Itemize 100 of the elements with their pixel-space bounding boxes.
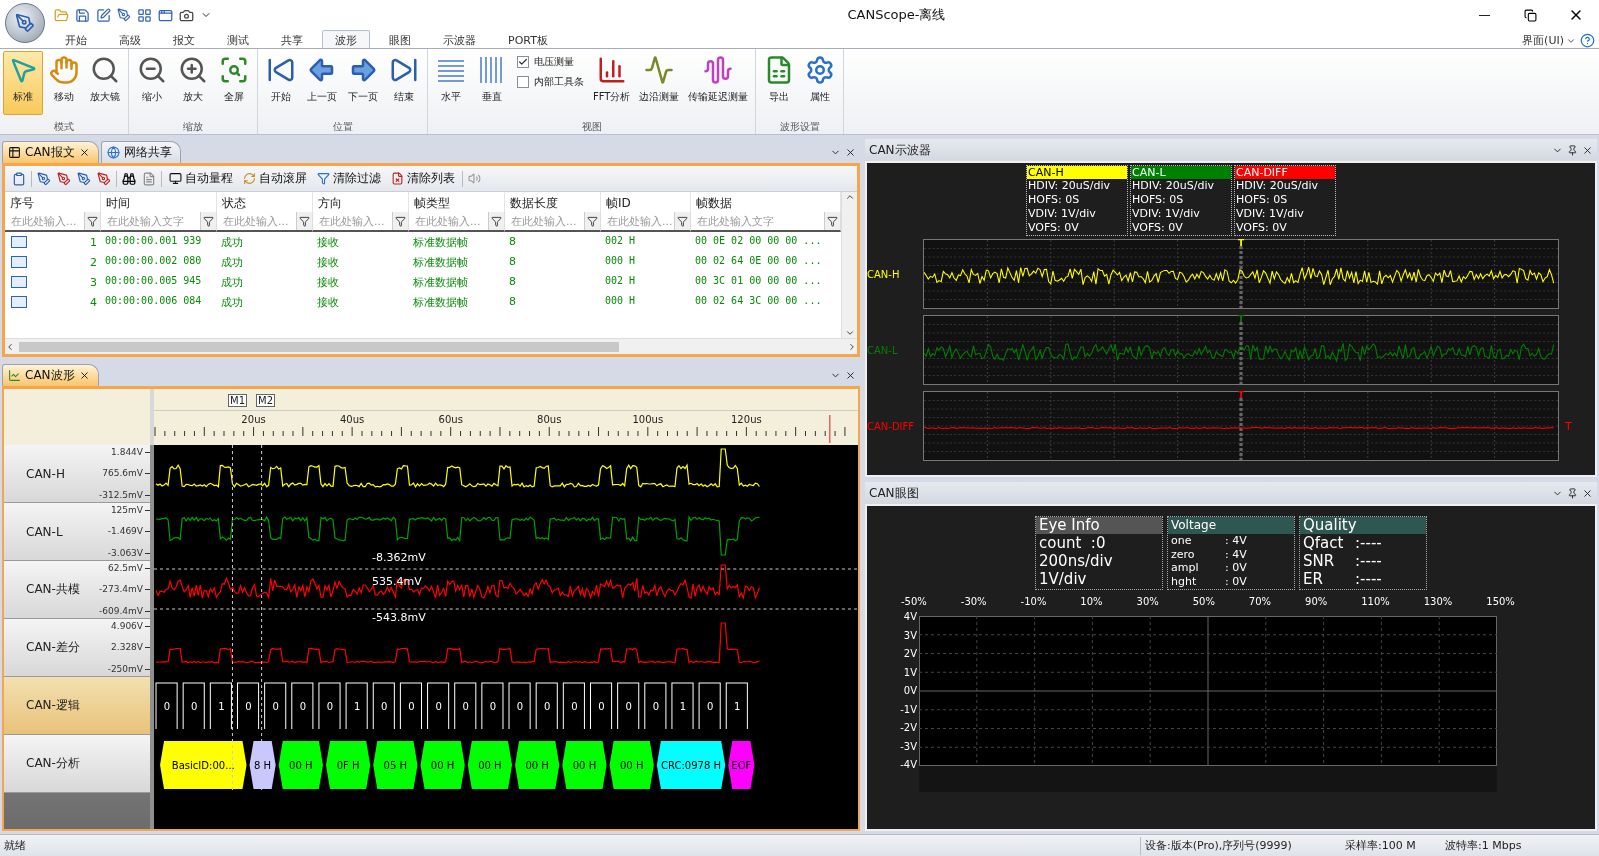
ribbon-button[interactable]: 结束 — [384, 51, 424, 115]
toolbar-button[interactable]: 自动滚屏 — [240, 170, 310, 187]
level-marker: T — [1565, 419, 1573, 433]
channel-name: CAN-共模 — [26, 581, 81, 598]
bit-label: 0 — [163, 701, 171, 712]
ribbon-tab[interactable]: PORT板 — [495, 30, 561, 50]
channel-heading: CAN-L — [1131, 166, 1231, 179]
ribbon-tab[interactable]: 报文 — [160, 30, 208, 50]
bit-label: 0 — [272, 701, 279, 712]
channel-label-cell[interactable]: CAN-H 1.844V 765.6mV -312.5mV — [4, 445, 150, 503]
ribbon-tab[interactable]: 波形 — [322, 30, 370, 50]
table-cell-text: 接收 — [316, 275, 340, 291]
ribbon-button[interactable]: 下一页 — [343, 51, 383, 115]
document-tab[interactable]: CAN波形 — [2, 364, 99, 386]
axis-label: 50% — [1192, 596, 1215, 609]
filter-field[interactable]: 在此处输入... — [9, 213, 84, 229]
cursor-marker[interactable]: M1 — [228, 394, 247, 407]
segment-label: 00 H — [289, 760, 313, 771]
bit-label: 1 — [679, 701, 687, 712]
ribbon-button[interactable]: 属性 — [800, 51, 841, 115]
filter-field[interactable]: 在此处输入... — [605, 213, 674, 229]
table-cell: 2 — [90, 255, 97, 269]
ribbon-button[interactable]: 边沿测量 — [635, 51, 684, 115]
ribbon-button[interactable]: 缩小 — [132, 51, 172, 115]
filter-field[interactable]: 在此处输入... — [413, 213, 488, 229]
toolbar-button[interactable]: 自动量程 — [166, 170, 236, 187]
ribbon-button[interactable]: 开始 — [261, 51, 301, 115]
bit-label: 0 — [191, 701, 198, 712]
filter-field[interactable]: 在此处输入文字 — [695, 213, 824, 229]
ribbon-button[interactable]: 传输延迟测量 — [684, 51, 753, 115]
setting-text: HOFS: 0S — [1131, 193, 1185, 207]
ribbon-tab[interactable]: 示波器 — [430, 30, 489, 50]
channel-heading: CAN-DIFF — [1235, 166, 1335, 179]
scale-label: 62.5mV — [108, 562, 143, 574]
filter-field[interactable]: 在此处输入文字 — [105, 213, 200, 229]
channel-name: CAN-H — [26, 466, 66, 481]
channel-name: CAN-逻辑 — [26, 697, 81, 714]
document-tab[interactable]: 网络共享 — [100, 141, 181, 163]
table-cell-text: 8 — [508, 274, 517, 290]
ui-menu[interactable]: 界面(UI) — [1520, 33, 1578, 48]
filter-field[interactable]: 在此处输入... — [509, 213, 584, 229]
table-cell-text: 002 H — [604, 274, 637, 288]
ribbon-button[interactable]: 放大镜 — [85, 51, 125, 115]
segment-label: 00 H — [572, 760, 597, 771]
bit-label: 0 — [435, 701, 442, 712]
tick-label: 40us — [339, 414, 365, 425]
segment-label: EOF — [731, 760, 752, 771]
channel-label-cell[interactable]: CAN-差分 4.906V 2.328V -250mV — [4, 619, 150, 677]
info-text: : 4V — [1225, 547, 1248, 561]
ribbon-button[interactable]: 移动 — [44, 51, 84, 115]
ribbon-tab[interactable]: 高级 — [106, 30, 154, 50]
info-text: : 4V — [1225, 534, 1248, 548]
segment-label: 00 H — [478, 760, 502, 771]
table-cell: 1 — [90, 235, 97, 249]
bit-label: 1 — [353, 701, 361, 712]
ribbon-tab[interactable]: 眼图 — [376, 30, 424, 50]
table-cell-text: 接收 — [316, 255, 340, 271]
ribbon-button[interactable]: 导出 — [759, 51, 800, 115]
channel-label-cell[interactable]: CAN-逻辑 — [4, 677, 150, 735]
channel-label-cell[interactable]: CAN-共模 62.5mV -273.4mV -609.4mV — [4, 561, 150, 619]
trigger-marker: T — [1238, 314, 1245, 324]
ribbon-button[interactable]: 全屏 — [214, 51, 254, 115]
info-text: :---- — [1355, 552, 1383, 570]
axis-label: 130% — [1423, 596, 1453, 609]
table-cell-text: 8 — [508, 254, 517, 270]
filter-field[interactable]: 在此处输入... — [221, 213, 296, 229]
group-label: 模式 — [53, 120, 75, 134]
bit-label: 0 — [516, 701, 524, 712]
ribbon-button[interactable]: 垂直 — [472, 51, 512, 115]
table-cell-text: 8 — [508, 294, 517, 310]
group-label: 位置 — [331, 120, 354, 134]
table-cell-text: 成功 — [220, 235, 244, 251]
table-cell-text: 标准数据帧 — [412, 235, 469, 251]
trigger-marker: T — [1238, 390, 1245, 400]
ribbon-button[interactable]: FFT分析 — [589, 51, 635, 115]
ribbon-tab[interactable]: 共享 — [268, 30, 316, 50]
ribbon-button[interactable]: 放大 — [173, 51, 213, 115]
channel-label-cell[interactable]: CAN-L 125mV -1.469V -3.063V — [4, 503, 150, 561]
status-text: 采样率:100 M — [1344, 838, 1417, 853]
ribbon-tab[interactable]: 测试 — [214, 30, 262, 50]
cursor-marker[interactable]: M2 — [256, 394, 275, 407]
ribbon-button[interactable]: 水平 — [431, 51, 471, 115]
info-text: SNR — [1303, 552, 1336, 570]
toolbar-button[interactable]: 清除过滤 — [314, 170, 384, 187]
axis-label: -30% — [960, 596, 987, 609]
scale-label: -312.5mV — [99, 489, 143, 501]
ribbon-button[interactable]: 上一页 — [302, 51, 342, 115]
setting-text: VDIV: 1V/div — [1235, 207, 1305, 221]
table-cell-text: 00:00:00.001 939 — [104, 234, 203, 248]
ribbon-button[interactable]: 标准 — [3, 51, 43, 115]
axis-label: 4V — [903, 612, 917, 622]
channel-label-cell[interactable]: CAN-分析 — [4, 735, 150, 793]
table-cell-text: 8 — [508, 234, 517, 250]
toolbar-button[interactable]: 清除列表 — [388, 170, 458, 187]
axis-label: 1V — [903, 667, 917, 678]
filter-field[interactable]: 在此处输入... — [317, 213, 392, 229]
ribbon-tab[interactable]: 开始 — [52, 30, 100, 50]
bit-label: 0 — [598, 701, 605, 712]
document-tab[interactable]: CAN报文 — [2, 141, 99, 163]
table-cell-text: 000 H — [604, 254, 637, 268]
